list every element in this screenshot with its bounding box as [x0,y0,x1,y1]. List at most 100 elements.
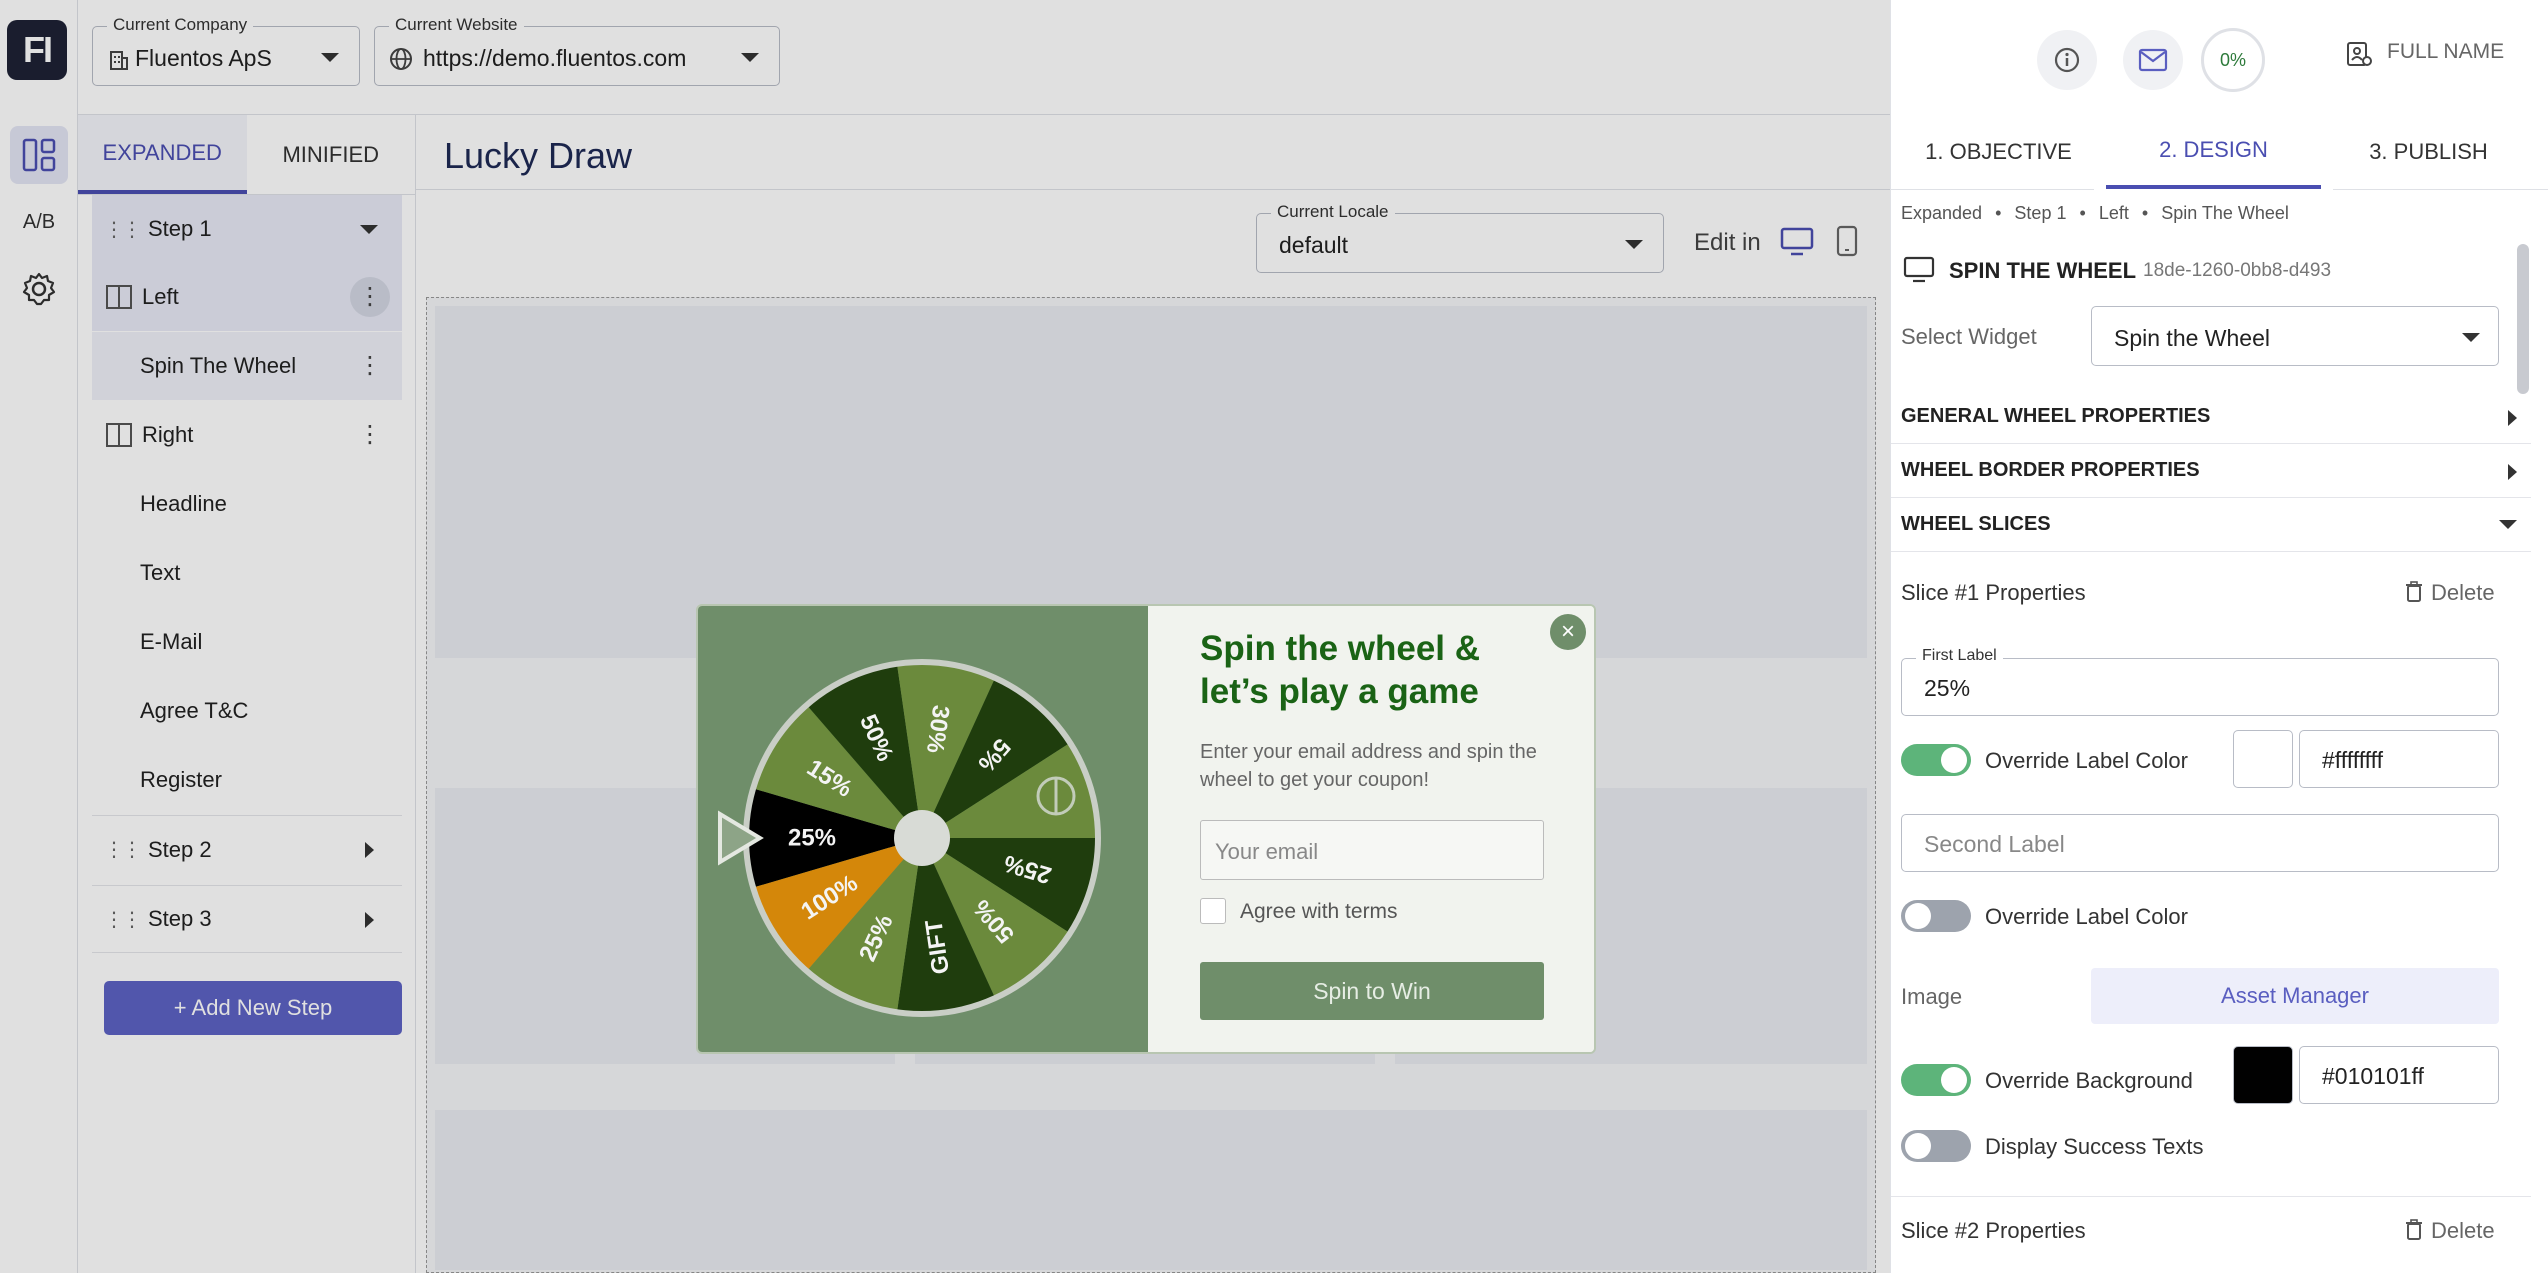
section-title: GENERAL WHEEL PROPERTIES [1901,405,2211,427]
tab-minified[interactable]: MINIFIED [247,115,416,194]
more-vertical-icon[interactable]: ⋮ [358,423,382,447]
tree-item-step3[interactable]: ⋮⋮ Step 3 [92,885,402,953]
layout-icon [22,138,56,172]
chevron-down-icon[interactable] [360,225,378,234]
tab-publish[interactable]: 3. PUBLISH [2321,115,2536,189]
first-label-label: First Label [1916,647,2003,665]
tree-item-step1[interactable]: ⋮⋮ Step 1 [92,195,402,263]
section-title: WHEEL BORDER PROPERTIES [1901,459,2200,481]
trash-icon[interactable] [2405,1219,2423,1241]
columns-icon [106,285,132,309]
spin-wheel[interactable]: 25%15%50% 30%5%25%50%GIFT25%100% [698,606,1148,1052]
delete-slice1-button[interactable]: Delete [2431,580,2495,606]
tab-expanded[interactable]: EXPANDED [78,115,247,194]
breadcrumb-item[interactable]: Left [2099,203,2129,223]
tree-item-text[interactable]: Text [92,539,402,607]
chevron-down-icon [741,53,759,62]
override-background-label: Override Background [1985,1068,2193,1093]
display-success-toggle[interactable] [1901,1130,1971,1162]
section-wheel-border[interactable]: WHEEL BORDER PROPERTIES [1891,444,2531,498]
company-select-value: Fluentos ApS [135,45,272,71]
chevron-right-icon [2508,464,2517,480]
locale-select[interactable]: Current Locale default [1256,202,1664,273]
canvas-section [435,1110,1867,1270]
mail-button[interactable] [2123,30,2183,90]
drag-handle-icon[interactable]: ⋮⋮ [104,907,142,932]
popup-terms-checkbox[interactable] [1200,898,1226,924]
image-label: Image [1901,984,1963,1009]
label-color-swatch[interactable] [2233,730,2293,788]
section-general-wheel[interactable]: GENERAL WHEEL PROPERTIES [1891,390,2531,444]
chevron-right-icon[interactable] [365,842,374,858]
tree-item-label: Step 1 [148,216,212,241]
select-widget-dropdown[interactable]: Spin the Wheel [2091,306,2499,366]
tree-item-right[interactable]: Right ⋮ [92,401,402,469]
website-select-label: Current Website [389,15,524,35]
section-title: WHEEL SLICES [1901,513,2051,535]
add-step-button[interactable]: + Add New Step [104,981,402,1035]
select-widget-value: Spin the Wheel [2114,325,2270,351]
divider [416,189,1890,190]
spin-to-win-button[interactable]: Spin to Win [1200,962,1544,1020]
override-label-color-toggle[interactable] [1901,744,1971,776]
popup-preview: 25% 15% 50% 30% 5% 25% 50% GIFT 25% 100% Spin the… [696,604,1596,1054]
trash-icon[interactable] [2405,581,2423,603]
left-rail: FI A/B [0,0,78,1273]
locale-select-label: Current Locale [1271,202,1395,222]
tab-objective[interactable]: 1. OBJECTIVE [1891,115,2106,189]
info-button[interactable] [2037,30,2097,90]
divider [1891,1196,2531,1197]
tree-item-left[interactable]: Left ⋮ [92,263,402,331]
asset-manager-button[interactable]: Asset Manager [2091,968,2499,1024]
background-color-input[interactable]: #010101ff [2299,1046,2499,1104]
website-select[interactable]: Current Website https://demo.fluentos.co… [374,15,780,86]
first-label-input[interactable]: First Label 25% [1901,647,2499,716]
panel-scrollbar[interactable] [2517,244,2529,394]
tree-item-headline[interactable]: Headline [92,470,402,538]
widget-title: SPIN THE WHEEL [1949,258,2137,283]
rail-layout-button[interactable] [10,126,68,184]
tree-item-agree[interactable]: Agree T&C [92,677,402,745]
delete-slice2-button[interactable]: Delete [2431,1218,2495,1244]
widget-id: 18de-1260-0bb8-d493 [2143,260,2332,281]
locale-select-value: default [1279,232,1349,258]
chevron-right-icon [2508,410,2517,426]
section-wheel-slices[interactable]: WHEEL SLICES [1891,498,2531,552]
more-vertical-icon[interactable]: ⋮ [350,277,390,317]
tab-design[interactable]: 2. DESIGN [2106,115,2321,189]
popup-email-input[interactable]: Your email [1200,820,1544,880]
tree-item-step2[interactable]: ⋮⋮ Step 2 [92,815,402,883]
tree-item-spin-the-wheel[interactable]: Spin The Wheel ⋮ [92,332,402,400]
second-label-input[interactable]: Second Label [1901,814,2499,872]
rail-ab-button[interactable]: A/B [10,193,68,251]
override-background-toggle[interactable] [1901,1064,1971,1096]
chevron-down-icon [2462,333,2480,342]
user-name[interactable]: FULL NAME [2387,40,2504,64]
tree-item-register[interactable]: Register [92,746,402,814]
breadcrumb-item: Spin The Wheel [2161,203,2289,223]
mobile-icon[interactable] [1836,225,1858,257]
tree-item-label: Register [140,767,222,792]
tree-item-label: Step 2 [148,836,212,862]
rail-settings-button[interactable] [10,260,68,318]
display-success-label: Display Success Texts [1985,1134,2204,1159]
desktop-icon[interactable] [1780,227,1814,257]
override-label-color-2-toggle[interactable] [1901,900,1971,932]
more-vertical-icon[interactable]: ⋮ [358,354,382,378]
first-label-value: 25% [1924,675,1971,701]
tree-item-email[interactable]: E-Mail [92,608,402,676]
company-select[interactable]: Current Company Fluentos ApS [92,15,360,86]
select-widget-label: Select Widget [1901,324,2037,349]
popup-headline: Spin the wheel & let’s play a game [1200,629,1481,711]
chevron-right-icon[interactable] [365,912,374,928]
label-color-input[interactable]: #ffffffff [2299,730,2499,788]
override-label-color-2-label: Override Label Color [1985,904,2188,929]
close-icon[interactable]: × [1550,614,1586,650]
drag-handle-icon[interactable]: ⋮⋮ [104,837,142,862]
breadcrumb-item[interactable]: Expanded [1901,203,1982,223]
drag-handle-icon[interactable]: ⋮⋮ [104,217,142,242]
background-color-swatch[interactable] [2233,1046,2293,1104]
breadcrumb-item[interactable]: Step 1 [2014,203,2066,223]
tree-item-label: Agree T&C [140,698,249,723]
popup-description: Enter your email address and spin the wh… [1200,741,1537,791]
